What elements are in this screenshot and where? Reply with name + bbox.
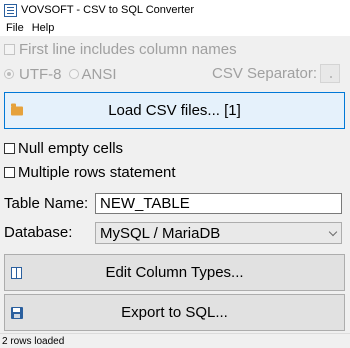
edit-column-types-button[interactable]: Edit Column Types... [4,254,345,291]
first-line-header-option[interactable]: First line includes column names [0,40,350,58]
multiple-rows-option[interactable]: Multiple rows statement [0,163,350,181]
menu-help[interactable]: Help [28,22,59,34]
chevron-down-icon [328,227,338,237]
utf8-label: UTF-8 [19,65,62,83]
ansi-label: ANSI [81,65,117,83]
title-bar: VOVSOFT - CSV to SQL Converter [0,0,350,20]
load-csv-button[interactable]: Load CSV files... [1] [4,92,345,129]
table-name-label: Table Name: [4,195,89,212]
database-select[interactable]: MySQL / MariaDB [95,222,342,244]
load-csv-label: Load CSV files... [1] [108,102,241,119]
menu-bar: File Help [0,20,350,36]
export-sql-label: Export to SQL... [121,304,228,321]
first-line-header-checkbox[interactable] [4,43,15,55]
utf8-radio[interactable] [4,69,14,79]
null-empty-cells-option[interactable]: Null empty cells [0,139,350,157]
menu-file[interactable]: File [0,22,28,34]
database-value: MySQL / MariaDB [100,224,221,242]
null-empty-cells-checkbox[interactable] [4,142,15,154]
csv-separator-label: CSV Separator: [212,65,318,82]
status-text: 2 rows loaded [2,335,65,347]
ansi-radio[interactable] [68,69,79,79]
folder-icon [11,103,23,115]
table-name-input[interactable]: NEW_TABLE [95,193,342,214]
app-icon [4,3,17,17]
csv-separator-value [330,76,332,78]
edit-column-types-label: Edit Column Types... [105,264,244,281]
null-empty-cells-label: Null empty cells [18,139,124,157]
status-bar: 2 rows loaded [0,333,350,348]
columns-icon [11,266,22,279]
multiple-rows-label: Multiple rows statement [18,163,176,181]
save-icon [11,306,23,319]
multiple-rows-checkbox[interactable] [4,166,15,178]
first-line-header-label: First line includes column names [19,40,237,58]
csv-separator-field[interactable] [320,64,340,83]
database-label: Database: [4,224,73,241]
table-name-value: NEW_TABLE [100,195,190,212]
export-sql-button[interactable]: Export to SQL... [4,294,345,331]
window-title: VOVSOFT - CSV to SQL Converter [21,4,194,16]
